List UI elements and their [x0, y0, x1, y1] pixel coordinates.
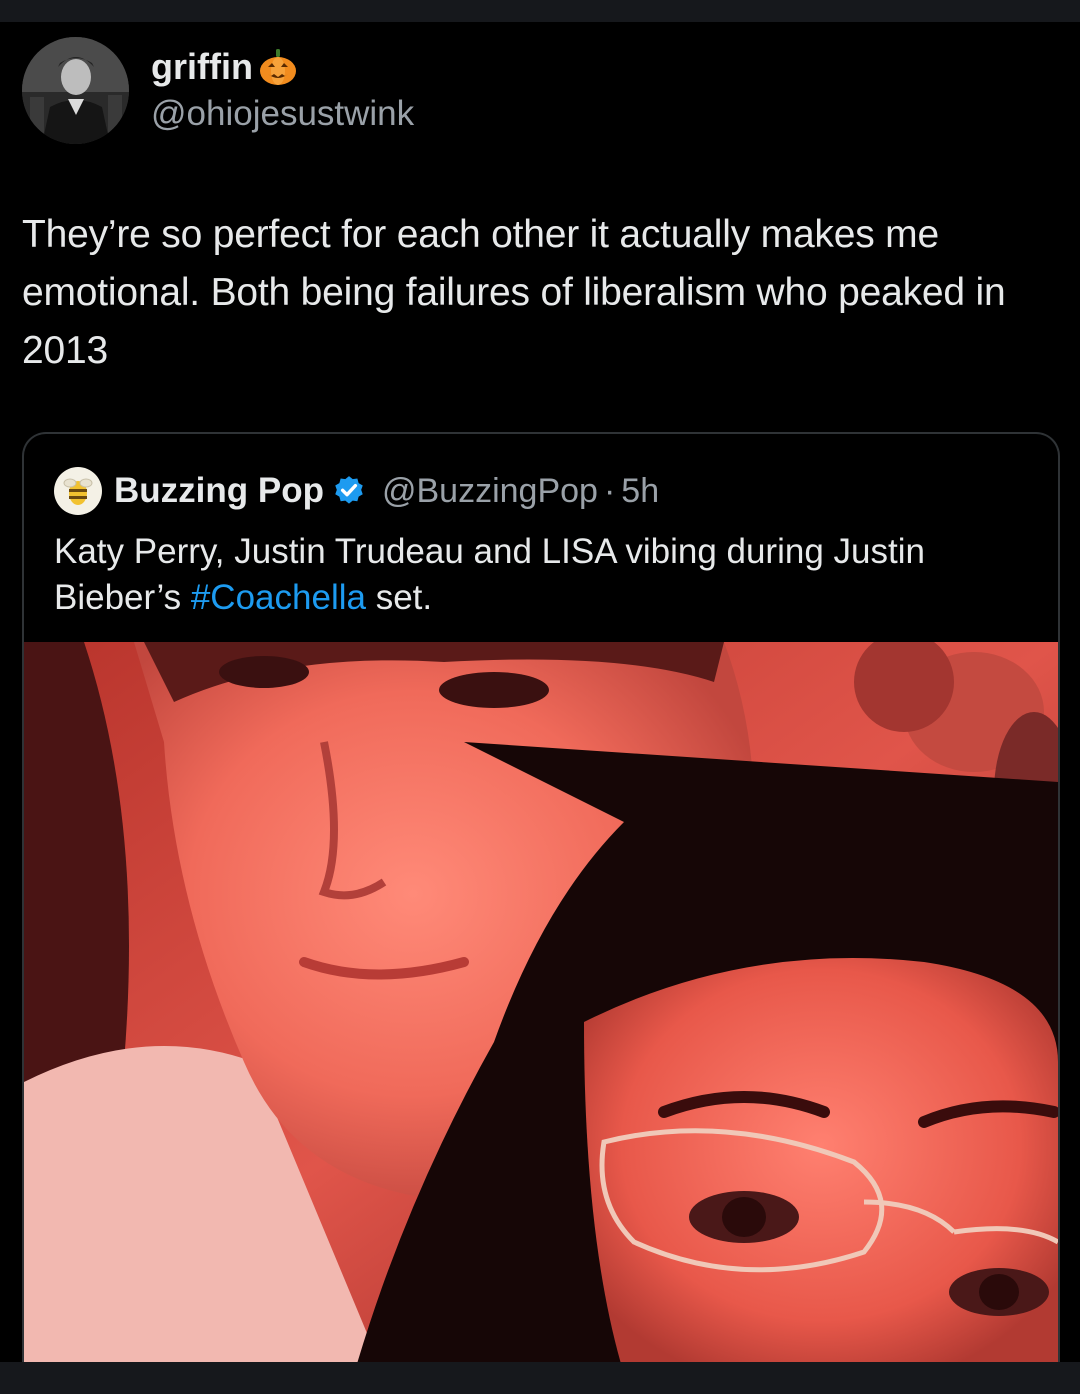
quoted-tweet-text: Katy Perry, Justin Trudeau and LISA vibi…: [54, 529, 1034, 621]
pumpkin-icon: [259, 49, 296, 85]
quoted-tweet-photo[interactable]: [24, 642, 1058, 1362]
concert-photo: [24, 642, 1058, 1362]
avatar-image: [22, 37, 129, 144]
quoted-author-avatar[interactable]: [54, 467, 102, 515]
quoted-text-before: Katy Perry, Justin Trudeau and LISA vibi…: [54, 532, 925, 617]
verified-badge-icon: [335, 476, 363, 504]
author-avatar[interactable]: [22, 37, 129, 144]
quoted-tweet-card[interactable]: Buzzing Pop @BuzzingPop · 5h Katy Perry,…: [22, 432, 1060, 1362]
author-name-row[interactable]: griffin: [151, 44, 299, 90]
quoted-text-after: set.: [365, 578, 433, 617]
bee-icon: [63, 478, 93, 505]
quoted-tweet-header: Buzzing Pop @BuzzingPop · 5h: [54, 466, 659, 516]
hashtag-link[interactable]: #Coachella: [191, 578, 366, 617]
author-handle[interactable]: @ohiojesustwink: [151, 92, 414, 136]
quoted-author-display-name[interactable]: Buzzing Pop: [114, 471, 324, 511]
meta-separator: ·: [603, 471, 616, 510]
author-display-name[interactable]: griffin: [151, 44, 253, 90]
quoted-author-handle[interactable]: @BuzzingPop: [382, 472, 598, 511]
quoted-tweet-timestamp[interactable]: 5h: [621, 472, 659, 511]
tweet-text: They’re so perfect for each other it act…: [22, 213, 1006, 372]
tweet-container: griffin @ohiojesustwink They’re so perfe…: [0, 22, 1080, 1362]
